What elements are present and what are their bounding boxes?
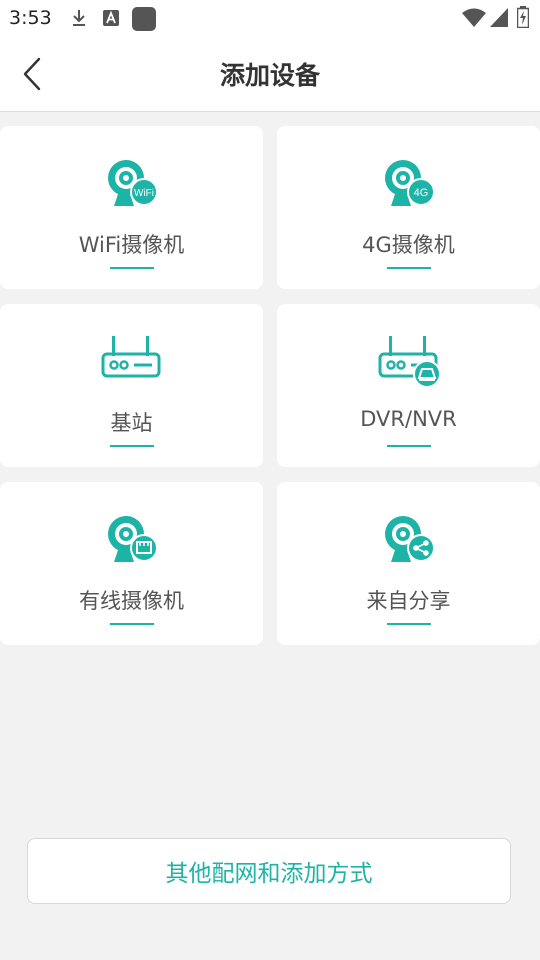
wifi-icon [462, 8, 486, 27]
device-card-wired-camera[interactable]: 有线摄像机 [0, 482, 263, 645]
app-square-icon [132, 7, 156, 31]
camera-share-icon [384, 516, 435, 562]
device-label: 4G摄像机 [362, 233, 455, 257]
device-card-from-share[interactable]: 来自分享 [277, 482, 540, 645]
underline [386, 267, 431, 269]
device-label: DVR/NVR [360, 407, 457, 431]
device-card-4g-camera[interactable]: 4G 4G摄像机 [277, 126, 540, 289]
device-card-wifi-camera[interactable]: WiFi WiFi摄像机 [0, 126, 263, 289]
device-label: 来自分享 [366, 589, 451, 613]
dvr-nvr-icon [378, 336, 441, 388]
device-label: 有线摄像机 [79, 589, 184, 613]
other-methods-button[interactable]: 其他配网和添加方式 [27, 838, 511, 904]
device-label: 基站 [110, 411, 153, 435]
underline [109, 623, 154, 625]
camera-wired-icon [107, 516, 158, 562]
camera-4g-icon: 4G [384, 160, 435, 206]
camera-wifi-icon: WiFi [107, 160, 158, 206]
status-bar: 3:53 [0, 0, 540, 36]
device-card-base-station[interactable]: 基站 [0, 304, 263, 467]
underline [386, 445, 431, 447]
underline [109, 445, 154, 447]
device-label: WiFi摄像机 [78, 233, 185, 257]
battery-icon [517, 6, 529, 28]
underline [386, 623, 431, 625]
device-card-dvr-nvr[interactable]: DVR/NVR [277, 304, 540, 467]
underline [109, 267, 154, 269]
font-a-icon [103, 10, 119, 26]
download-icon [73, 10, 85, 26]
status-time: 3:53 [9, 7, 52, 29]
svg-text:WiFi: WiFi [134, 188, 154, 199]
page-title: 添加设备 [219, 61, 320, 90]
signal-icon [490, 8, 508, 27]
svg-text:4G: 4G [413, 187, 428, 199]
app-bar: 添加设备 [0, 36, 540, 112]
router-icon [101, 336, 160, 378]
